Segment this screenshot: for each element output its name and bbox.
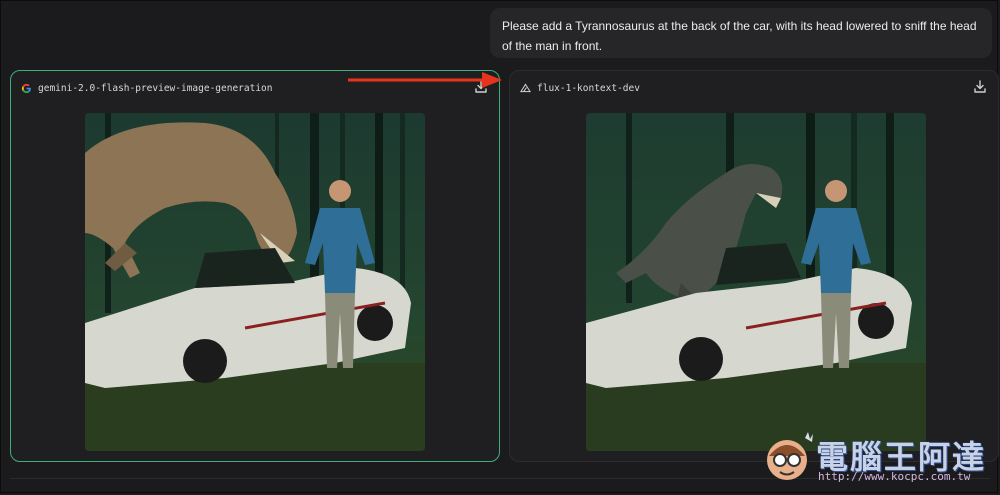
prompt-bubble: Please add a Tyrannosaurus at the back o… bbox=[490, 8, 992, 58]
mascot-icon bbox=[767, 432, 813, 480]
result-panel-flux[interactable]: flux-1-kontext-dev bbox=[509, 70, 999, 462]
model-name: flux-1-kontext-dev bbox=[537, 82, 640, 94]
model-name: gemini-2.0-flash-preview-image-generatio… bbox=[38, 82, 273, 94]
flux-triangle-icon bbox=[520, 83, 531, 93]
result-panel-gemini[interactable]: gemini-2.0-flash-preview-image-generatio… bbox=[10, 70, 500, 462]
google-g-icon bbox=[21, 83, 31, 93]
forest-dinosaur-car-image bbox=[586, 113, 926, 451]
prompt-text: Please add a Tyrannosaurus at the back o… bbox=[502, 19, 977, 53]
watermark-url: http://www.kocpc.com.tw bbox=[818, 470, 971, 483]
annotation-arrow bbox=[348, 72, 502, 88]
generated-image[interactable] bbox=[586, 113, 926, 451]
site-watermark: 電腦王阿達 http://www.kocpc.com.tw bbox=[760, 430, 995, 492]
panel-header: flux-1-kontext-dev bbox=[520, 81, 640, 95]
download-icon[interactable] bbox=[972, 79, 988, 95]
panel-header: gemini-2.0-flash-preview-image-generatio… bbox=[21, 81, 273, 95]
forest-dinosaur-car-image bbox=[85, 113, 425, 451]
generated-image[interactable] bbox=[85, 113, 425, 451]
